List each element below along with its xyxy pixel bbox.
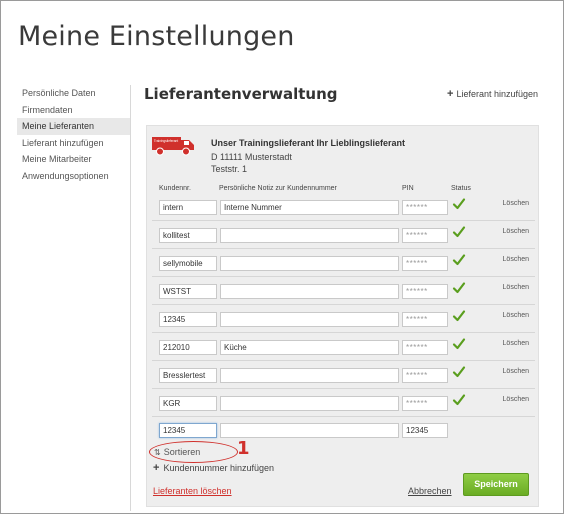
checkmark-icon (452, 282, 466, 294)
section-title: Lieferantenverwaltung (144, 85, 338, 103)
sidebar-divider (130, 85, 131, 511)
customer-number-input[interactable]: intern (159, 200, 217, 215)
table-row: Bresslertest ****** Löschen (152, 362, 535, 389)
sort-highlight-circle (149, 441, 238, 463)
add-supplier-link[interactable]: + Lieferant hinzufügen (447, 88, 538, 100)
new-note-input[interactable] (220, 423, 399, 438)
note-input[interactable] (220, 256, 399, 271)
note-input[interactable]: Interne Nummer (220, 200, 399, 215)
page-title: Meine Einstellungen (18, 21, 295, 52)
checkmark-icon (452, 338, 466, 350)
delete-link[interactable]: Löschen (503, 396, 529, 403)
pin-input[interactable]: ****** (402, 312, 448, 327)
sidebar-item[interactable]: Anwendungsoptionen (17, 168, 130, 185)
delete-suppliers-link[interactable]: Lieferanten löschen (153, 486, 232, 496)
pin-input[interactable]: ****** (402, 228, 448, 243)
pin-input[interactable]: ****** (402, 284, 448, 299)
pin-input[interactable]: ****** (402, 396, 448, 411)
customer-number-input[interactable]: KGR (159, 396, 217, 411)
pin-input[interactable]: ****** (402, 200, 448, 215)
header-pin: PIN (402, 185, 414, 192)
checkmark-icon (452, 198, 466, 210)
truck-icon: Trainingslieferant (152, 137, 194, 156)
delete-link[interactable]: Löschen (503, 256, 529, 263)
header-customer-number: Kundennr. (159, 185, 191, 192)
save-button[interactable]: Speichern (463, 473, 529, 496)
table-row: 12345 ****** Löschen (152, 306, 535, 333)
sidebar: Persönliche Daten Firmendaten Meine Liefer… (17, 85, 130, 184)
cancel-link[interactable]: Abbrechen (408, 486, 452, 496)
customer-number-input[interactable]: 12345 (159, 312, 217, 327)
delete-link[interactable]: Löschen (503, 284, 529, 291)
checkmark-icon (452, 254, 466, 266)
delete-link[interactable]: Löschen (503, 368, 529, 375)
checkmark-icon (452, 366, 466, 378)
table-row: kollitest ****** Löschen (152, 222, 535, 249)
supplier-panel: Trainingslieferant Unser Trainingsliefer… (146, 125, 539, 507)
note-input[interactable] (220, 228, 399, 243)
pin-input[interactable]: ****** (402, 368, 448, 383)
new-customer-number-input[interactable]: 12345 (159, 423, 217, 438)
customer-number-input[interactable]: kollitest (159, 228, 217, 243)
delete-link[interactable]: Löschen (503, 312, 529, 319)
header-note: Persönliche Notiz zur Kundennummer (219, 185, 337, 192)
customer-number-input[interactable]: WSTST (159, 284, 217, 299)
delete-link[interactable]: Löschen (503, 340, 529, 347)
supplier-address: D 11111 Musterstadt Teststr. 1 (211, 151, 292, 175)
sidebar-item[interactable]: Meine Mitarbeiter (17, 151, 130, 168)
settings-window: Meine Einstellungen Persönliche Daten Fir… (0, 0, 564, 514)
sidebar-item[interactable]: Persönliche Daten (17, 85, 130, 102)
supplier-name: Unser Trainingslieferant Ihr Lieblingsli… (211, 138, 406, 148)
supplier-address-line2: Teststr. 1 (211, 164, 248, 174)
table-row: intern Interne Nummer ****** Löschen (152, 194, 535, 221)
sidebar-item[interactable]: Firmendaten (17, 102, 130, 119)
plus-icon: + (447, 88, 454, 100)
add-customer-number-button[interactable]: + Kundennummer hinzufügen (153, 462, 274, 474)
checkmark-icon (452, 394, 466, 406)
customer-number-input[interactable]: 212010 (159, 340, 217, 355)
table-row: WSTST ****** Löschen (152, 278, 535, 305)
new-pin-input[interactable]: 12345 (402, 423, 448, 438)
note-input[interactable] (220, 368, 399, 383)
new-customer-row: 12345 12345 (152, 417, 535, 444)
sidebar-item[interactable]: Meine Lieferanten (17, 118, 130, 135)
header-status: Status (451, 185, 471, 192)
sidebar-item[interactable]: Lieferant hinzufügen (17, 135, 130, 152)
checkmark-icon (452, 310, 466, 322)
customer-number-input[interactable]: Bresslertest (159, 368, 217, 383)
truck-logo-text: Trainingslieferant (154, 139, 178, 143)
table-row: KGR ****** Löschen (152, 390, 535, 417)
delete-link[interactable]: Löschen (503, 228, 529, 235)
pin-input[interactable]: ****** (402, 340, 448, 355)
sort-button[interactable]: ⇅ Sortieren (149, 441, 238, 463)
note-input[interactable]: Küche (220, 340, 399, 355)
table-row: 212010 Küche ****** Löschen (152, 334, 535, 361)
note-input[interactable] (220, 312, 399, 327)
note-input[interactable] (220, 284, 399, 299)
add-supplier-label: Lieferant hinzufügen (456, 89, 538, 99)
supplier-address-line1: D 11111 Musterstadt (211, 152, 292, 162)
pin-input[interactable]: ****** (402, 256, 448, 271)
delete-link[interactable]: Löschen (503, 200, 529, 207)
customer-number-input[interactable]: sellymobile (159, 256, 217, 271)
table-row: sellymobile ****** Löschen (152, 250, 535, 277)
annotation-marker: 1 (237, 438, 250, 459)
plus-icon: + (153, 462, 160, 474)
add-customer-number-label: Kundennummer hinzufügen (163, 463, 275, 473)
note-input[interactable] (220, 396, 399, 411)
checkmark-icon (452, 226, 466, 238)
